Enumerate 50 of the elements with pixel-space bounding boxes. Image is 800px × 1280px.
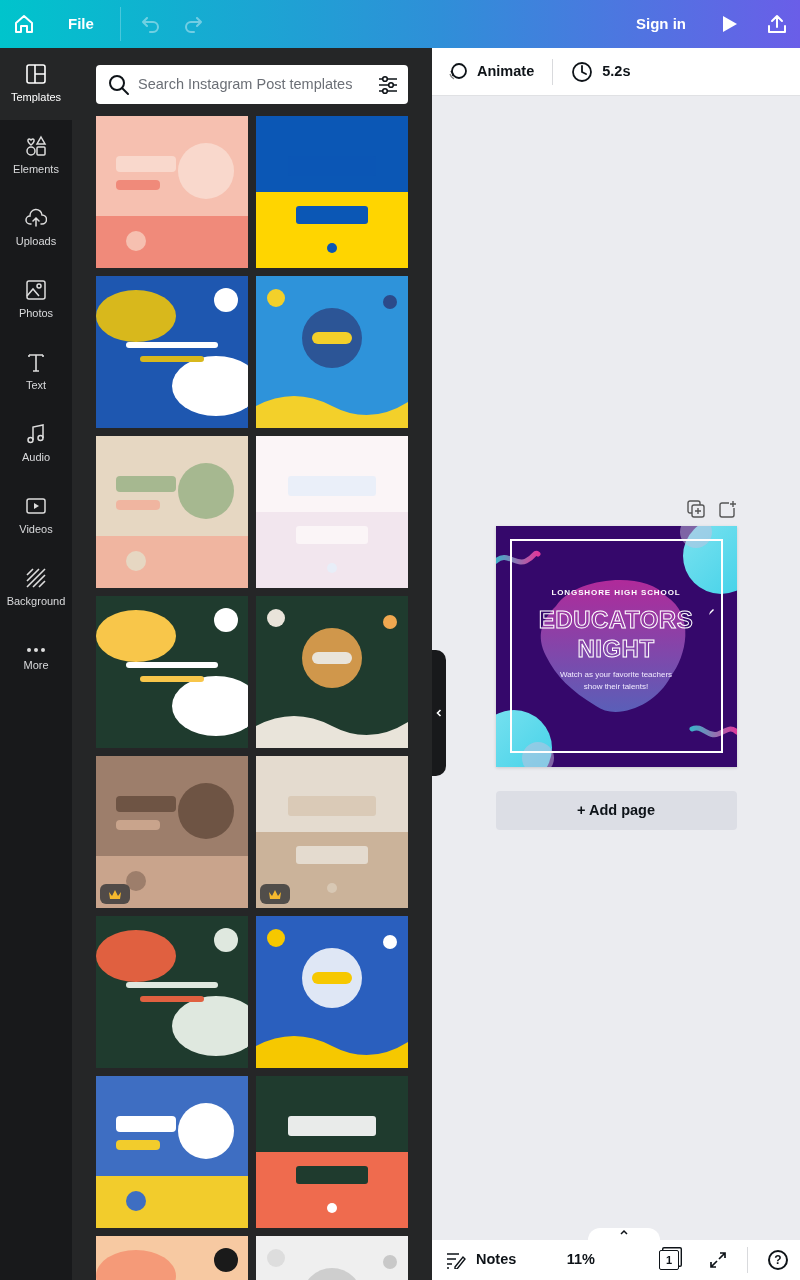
sidebar-item[interactable]: Elements bbox=[0, 120, 72, 192]
sidebar-item[interactable]: Templates bbox=[0, 48, 72, 120]
sidebar-item[interactable]: More bbox=[0, 624, 72, 696]
design-subtitle: LONGSHORE HIGH SCHOOL bbox=[551, 586, 681, 599]
sidebar-item[interactable]: Audio bbox=[0, 408, 72, 480]
page-count-button[interactable]: 1 bbox=[659, 1250, 679, 1270]
add-page-button[interactable]: + Add page bbox=[495, 791, 737, 830]
sidebar-item[interactable]: Text bbox=[0, 336, 72, 408]
search-field[interactable]: Search Instagram Post templates bbox=[96, 65, 408, 104]
fullscreen-button[interactable] bbox=[709, 1251, 727, 1269]
notes-icon bbox=[446, 1251, 466, 1269]
sidebar-item[interactable]: Videos bbox=[0, 480, 72, 552]
duplicate-page-button[interactable] bbox=[686, 500, 705, 518]
collapse-handle[interactable] bbox=[432, 650, 446, 776]
play-icon bbox=[720, 15, 738, 33]
design-title: NIGHT bbox=[577, 633, 655, 663]
sidebar-item[interactable]: Uploads bbox=[0, 192, 72, 264]
elements-icon bbox=[25, 134, 47, 157]
crown-icon bbox=[108, 888, 122, 900]
add-page-icon-button[interactable] bbox=[718, 500, 737, 518]
add-page-icon bbox=[718, 500, 737, 518]
sidebar-item[interactable]: Photos bbox=[0, 264, 72, 336]
uploads-icon bbox=[25, 206, 47, 229]
help-button[interactable]: ? bbox=[768, 1250, 788, 1270]
home-icon bbox=[13, 13, 35, 35]
sidebar-item[interactable]: Background bbox=[0, 552, 72, 624]
duration-button[interactable]: 5.2s bbox=[569, 60, 633, 83]
filter-icon[interactable] bbox=[378, 74, 398, 95]
templates-icon bbox=[25, 62, 47, 85]
background-icon bbox=[25, 566, 47, 589]
share-button[interactable] bbox=[766, 13, 788, 35]
clock-icon bbox=[571, 60, 594, 83]
audio-icon bbox=[25, 422, 47, 445]
design-body-text: Watch as your favorite teachers show their talents! bbox=[558, 668, 674, 693]
crown-icon bbox=[268, 888, 282, 900]
zoom-level[interactable]: 11% bbox=[566, 1249, 595, 1271]
animate-icon bbox=[448, 61, 468, 82]
pencil-icon bbox=[707, 608, 715, 616]
chevron-up-icon bbox=[619, 1228, 629, 1236]
present-button[interactable] bbox=[720, 15, 738, 33]
animate-button[interactable]: Animate bbox=[446, 60, 537, 83]
photos-icon bbox=[25, 278, 47, 301]
share-icon bbox=[766, 13, 788, 35]
duplicate-icon bbox=[686, 500, 705, 518]
search-icon bbox=[108, 73, 130, 96]
sign-in-button[interactable]: Sign in bbox=[636, 12, 686, 36]
expand-icon bbox=[709, 1251, 727, 1269]
design-title: EDUCATORS bbox=[538, 604, 694, 634]
notes-button[interactable]: Notes bbox=[446, 1249, 517, 1271]
more-icon bbox=[25, 646, 47, 653]
